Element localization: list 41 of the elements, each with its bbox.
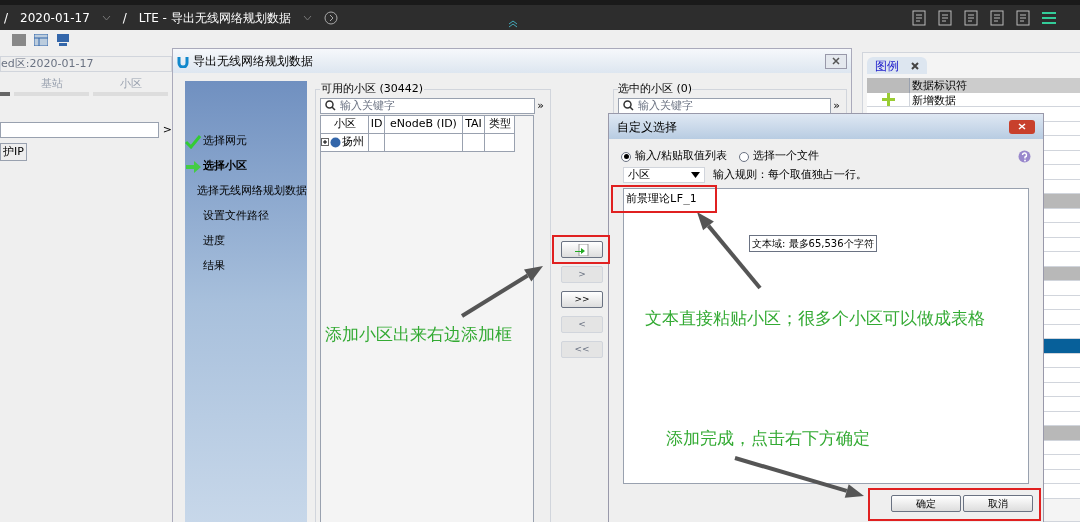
text-value: 前景理论LF_1 [626,190,697,207]
group-title: 可用的小区 (30442) [320,81,425,97]
move-button[interactable]: >> [561,291,603,308]
radio-option[interactable]: 输入/粘贴取值列表 [621,148,727,165]
group-title: 选中的小区 (0) [618,81,693,97]
step-label: 设置文件路径 [203,208,269,225]
breadcrumb[interactable]: LTE - 导出无线网络规划数据 [138,8,291,27]
ok-button[interactable]: 确定 [891,494,961,512]
search-field[interactable]: 输入关键字 [618,97,832,114]
breadcrumb-separator: / [122,9,127,27]
search-field[interactable]: 输入关键字 [320,97,536,114]
step-label: 结果 [203,258,225,275]
radio-option[interactable]: 选择一个文件 [738,148,819,165]
tab[interactable]: 图例 [867,57,927,74]
combo-box[interactable]: ed区:2020-01-17 [0,56,172,72]
column-header[interactable]: 小区 [321,116,369,134]
breadcrumb[interactable]: 2020-01-17 [20,8,90,27]
expand-button[interactable]: > [162,122,172,139]
step-label: 选择无线网络规划数据 [197,183,307,200]
step-label: 选择网元 [203,133,247,150]
column-header[interactable]: ID [369,116,385,134]
window-title: 自定义选择 [617,118,677,136]
window-title: 导出无线网络规划数据 [193,53,313,70]
cancel-button[interactable]: 取消 [963,494,1033,512]
table-cell: 新增数据 [909,93,1080,106]
expand-button[interactable]: » [831,97,842,114]
input-rule-text: 输入规则：每个取值独占一行。 [713,167,867,183]
annotation-text: 添加完成，点击右下方确定 [666,427,870,450]
step-label: 进度 [203,233,225,250]
column-header[interactable]: 数据标识符 [909,78,1080,93]
expand-button[interactable]: » [535,97,546,114]
tooltip: 文本域: 最多65,536个字符 [749,234,877,252]
column-header[interactable]: TAI [463,116,485,134]
ip-button[interactable]: 护IP [0,142,27,161]
step-label: 选择小区 [203,158,247,175]
annotation-text: 文本直接粘贴小区；很多个小区可以做成表格 [645,307,985,330]
dropdown[interactable]: 小区 [623,167,705,184]
breadcrumb-separator: / [4,9,9,27]
annotation-text: 添加小区出来右边添加框 [325,323,512,346]
column-header[interactable]: eNodeB (ID) [385,116,463,134]
column-header[interactable]: 类型 [485,116,515,134]
